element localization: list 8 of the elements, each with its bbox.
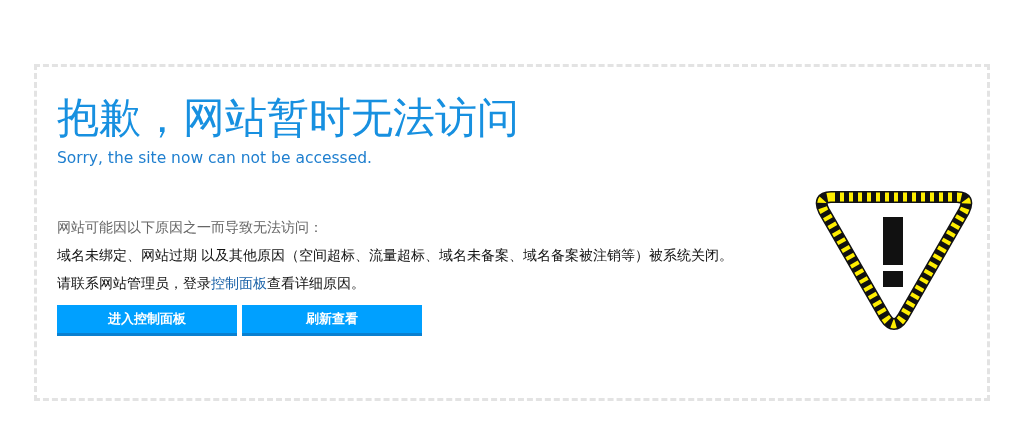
intro-text: 网站可能因以下原因之一而导致无法访问： xyxy=(57,219,324,238)
subtitle: Sorry, the site now can not be accessed. xyxy=(57,149,373,168)
reasons-text: 域名未绑定、网站过期 以及其他原因（空间超标、流量超标、域名未备案、域名备案被注销等）被系统关闭。 xyxy=(57,247,735,266)
contact-text: 请联系网站管理员，登录控制面板查看详细原因。 xyxy=(57,275,366,294)
action-button[interactable]: 刷新查看 xyxy=(242,305,422,337)
page-title: 抱歉，网站暂时无法访问 xyxy=(57,93,520,144)
control-panel-link[interactable]: 控制面板 xyxy=(211,275,267,292)
action-button[interactable]: 进入控制面板 xyxy=(57,305,237,337)
